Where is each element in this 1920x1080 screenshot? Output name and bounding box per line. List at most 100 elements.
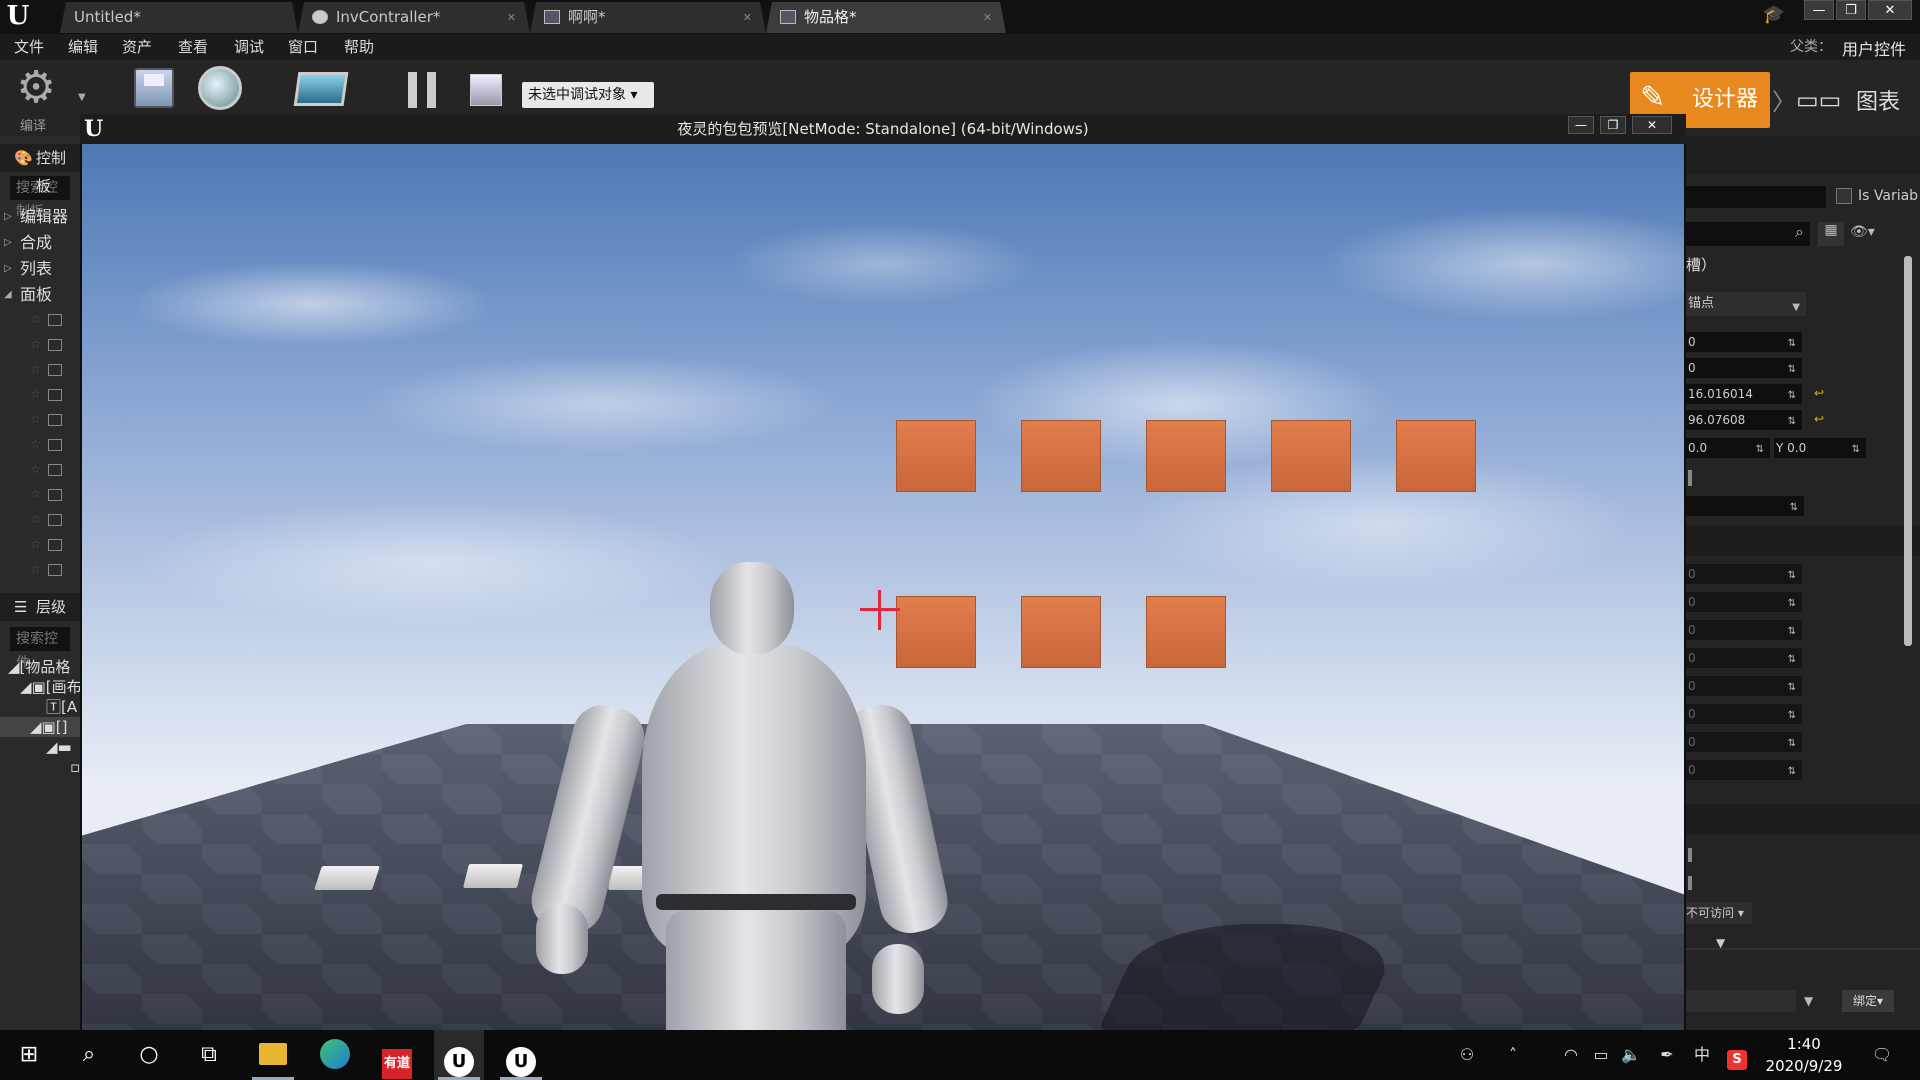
- favorite-star-icon[interactable]: ☆: [30, 462, 41, 476]
- details-scrollbar[interactable]: [1904, 256, 1912, 646]
- inventory-slot[interactable]: [896, 596, 976, 668]
- prop-field-3[interactable]: 0 ⇅: [1686, 620, 1802, 640]
- bind-button[interactable]: 绑定▾: [1842, 990, 1894, 1012]
- tab-invcontraller[interactable]: InvContraller* ✕: [298, 2, 530, 33]
- preview-maximize-button[interactable]: ❐: [1600, 116, 1626, 134]
- tree-item-root[interactable]: ◢[物品格: [0, 657, 80, 677]
- palette-category-composite[interactable]: 合成: [0, 230, 80, 256]
- behavior-checkbox-2[interactable]: [1688, 876, 1692, 890]
- palette-category-panel[interactable]: 面板: [0, 282, 80, 308]
- tab-item-slot[interactable]: 物品格* ✕: [766, 2, 1006, 33]
- alignment-x-field[interactable]: 0.0 ⇅: [1686, 438, 1770, 458]
- position-x-field[interactable]: 0 ⇅: [1686, 332, 1802, 352]
- tree-item-child[interactable]: ◢▬: [0, 737, 80, 757]
- prop-field-6[interactable]: 0 ⇅: [1686, 704, 1802, 724]
- favorite-star-icon[interactable]: ☆: [30, 537, 41, 551]
- palette-widget-row[interactable]: ☆: [0, 308, 80, 333]
- notification-icon[interactable]: 🗨: [1864, 1030, 1900, 1080]
- palette-widget-row[interactable]: ☆: [0, 483, 80, 508]
- game-viewport[interactable]: [82, 144, 1684, 1030]
- prop-field-8[interactable]: 0 ⇅: [1686, 760, 1802, 780]
- tab-close-icon[interactable]: ✕: [507, 2, 516, 33]
- alignment-y-field[interactable]: Y 0.0 ⇅: [1774, 438, 1866, 458]
- palette-category-editor[interactable]: 编辑器: [0, 204, 80, 230]
- favorite-star-icon[interactable]: ☆: [30, 412, 41, 426]
- tree-item-selected[interactable]: ◢▣[]: [0, 717, 80, 737]
- chevron-up-icon[interactable]: ˄: [1498, 1030, 1528, 1080]
- visibility-dropdown[interactable]: 不可访问 ▾: [1686, 902, 1752, 924]
- menu-debug[interactable]: 调试: [234, 34, 264, 60]
- favorite-star-icon[interactable]: ☆: [30, 362, 41, 376]
- tree-item-leaf[interactable]: ▫: [0, 757, 80, 777]
- parent-class-value[interactable]: 用户控件: [1842, 36, 1906, 60]
- sogou-input-icon[interactable]: S: [1724, 1030, 1750, 1080]
- volume-icon[interactable]: 🔈: [1616, 1030, 1646, 1080]
- prop-field-5[interactable]: 0 ⇅: [1686, 676, 1802, 696]
- favorite-star-icon[interactable]: ☆: [30, 512, 41, 526]
- favorite-star-icon[interactable]: ☆: [30, 487, 41, 501]
- graduation-cap-icon[interactable]: 🎓: [1762, 4, 1786, 28]
- search-icon[interactable]: ⌕: [64, 1030, 114, 1080]
- visibility-eye-icon[interactable]: 👁▾: [1850, 224, 1886, 244]
- palette-category-list[interactable]: 列表: [0, 256, 80, 282]
- preview-minimize-button[interactable]: —: [1568, 116, 1594, 134]
- inventory-slot[interactable]: [1396, 420, 1476, 492]
- unreal-logo-icon[interactable]: U: [2, 0, 34, 32]
- graph-mode-button[interactable]: 图表: [1856, 84, 1900, 116]
- cortana-icon[interactable]: ○: [124, 1030, 174, 1080]
- prop-field-4[interactable]: 0 ⇅: [1686, 648, 1802, 668]
- prop-field-7[interactable]: 0 ⇅: [1686, 732, 1802, 752]
- inventory-slot[interactable]: [1146, 420, 1226, 492]
- palette-header[interactable]: 🎨 控制板: [0, 144, 80, 195]
- binding-value-field[interactable]: [1686, 990, 1796, 1012]
- edge-icon[interactable]: [310, 1030, 360, 1080]
- tab-close-icon[interactable]: ✕: [983, 2, 992, 33]
- file-explorer-icon[interactable]: [248, 1030, 298, 1080]
- pen-icon[interactable]: ✒: [1652, 1030, 1682, 1080]
- palette-widget-row[interactable]: ☆: [0, 383, 80, 408]
- widget-name-input[interactable]: [1686, 186, 1826, 208]
- behavior-checkbox-1[interactable]: [1688, 848, 1692, 862]
- stop-icon[interactable]: [470, 74, 502, 106]
- size-x-field[interactable]: 16.016014 ⇅: [1686, 384, 1802, 404]
- window-close-button[interactable]: ✕: [1868, 0, 1912, 20]
- hierarchy-search-input[interactable]: 搜索控件: [10, 627, 70, 671]
- menu-window[interactable]: 窗口: [288, 34, 318, 60]
- palette-widget-row[interactable]: ☆: [0, 558, 80, 583]
- browse-magnifier-icon[interactable]: [198, 66, 242, 110]
- menu-edit[interactable]: 编辑: [68, 34, 98, 60]
- preview-close-button[interactable]: ✕: [1632, 116, 1672, 134]
- task-view-icon[interactable]: ⧉: [184, 1030, 234, 1080]
- window-minimize-button[interactable]: —: [1804, 0, 1834, 20]
- compile-gear-icon[interactable]: ⚙: [12, 64, 60, 112]
- palette-widget-row[interactable]: ☆: [0, 408, 80, 433]
- tab-untitled[interactable]: Untitled*: [60, 2, 298, 33]
- debug-object-select[interactable]: 未选中调试对象 ▾: [522, 82, 654, 108]
- unreal-icon[interactable]: U: [496, 1030, 546, 1080]
- section-header-behavior[interactable]: [1686, 804, 1920, 834]
- inventory-slot[interactable]: [1271, 420, 1351, 492]
- reset-arrow-icon[interactable]: ↩: [1814, 412, 1824, 426]
- compile-options-chevron-icon[interactable]: ▼: [78, 92, 86, 103]
- favorite-star-icon[interactable]: ☆: [30, 562, 41, 576]
- reset-arrow-icon[interactable]: ↩: [1814, 386, 1824, 400]
- play-window-icon[interactable]: [293, 72, 349, 106]
- youdao-icon[interactable]: 有道: [372, 1030, 422, 1080]
- is-variable-checkbox[interactable]: [1836, 188, 1852, 204]
- chevron-down-icon[interactable]: ▼: [1804, 994, 1813, 1008]
- favorite-star-icon[interactable]: ☆: [30, 387, 41, 401]
- people-icon[interactable]: ⚇: [1452, 1030, 1482, 1080]
- menu-asset[interactable]: 资产: [122, 34, 152, 60]
- palette-widget-row[interactable]: ☆: [0, 458, 80, 483]
- section-header-appearance[interactable]: [1686, 526, 1920, 556]
- prop-field-2[interactable]: 0 ⇅: [1686, 592, 1802, 612]
- menu-view[interactable]: 查看: [178, 34, 208, 60]
- inventory-slot[interactable]: [896, 420, 976, 492]
- graph-icon[interactable]: ▭▭: [1796, 84, 1848, 116]
- inventory-slot[interactable]: [1021, 420, 1101, 492]
- position-y-field[interactable]: 0 ⇅: [1686, 358, 1802, 378]
- property-matrix-icon[interactable]: ▦: [1818, 222, 1844, 246]
- size-y-field[interactable]: 96.07608 ⇅: [1686, 410, 1802, 430]
- battery-icon[interactable]: ▭: [1586, 1030, 1616, 1080]
- hierarchy-header[interactable]: ☰ 层级: [0, 593, 80, 621]
